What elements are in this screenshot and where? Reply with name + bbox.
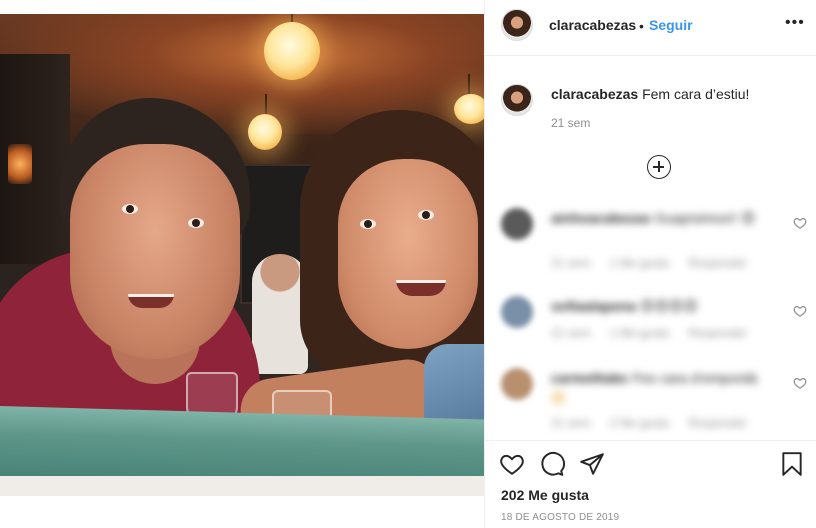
comment-item: carmelitabc Fes cara d’empordà 😍 21 sem … — [485, 368, 816, 438]
follow-button[interactable]: Seguir — [649, 17, 693, 33]
shelf-light — [8, 144, 32, 184]
comment-meta: 21 sem 1 Me gusta Responder — [551, 256, 763, 270]
comment-meta: 21 sem 2 Me gusta Responder — [551, 416, 763, 430]
comment-body: Fes cara d’empordà — [632, 370, 758, 386]
caption-text: Fem cara d’estiu! — [642, 86, 750, 102]
username-link[interactable]: claracabezas — [549, 17, 636, 33]
comment-body: Guapísimos!! 😍 — [654, 210, 756, 226]
comment-avatar[interactable] — [501, 208, 533, 240]
comment-text: carmelitabc Fes cara d’empordà — [551, 370, 757, 386]
comment-icon[interactable] — [539, 451, 565, 477]
post-date[interactable]: 18 DE AGOSTO DE 2019 — [501, 512, 619, 523]
comment-username[interactable]: carmelitabc — [551, 370, 629, 386]
comment-reply[interactable]: Responder — [688, 416, 747, 430]
plus-circle-icon[interactable] — [647, 155, 671, 179]
caption-username-link[interactable]: claracabezas — [551, 86, 638, 102]
comment-avatar[interactable] — [501, 368, 533, 400]
comment-likes[interactable]: 1 Me gusta — [610, 326, 669, 340]
comment-item: ainhoacabezas Guapísimos!! 😍 21 sem 1 Me… — [485, 208, 816, 278]
likes-count[interactable]: 202 Me gusta — [501, 487, 589, 503]
share-icon[interactable] — [579, 451, 605, 477]
comment-likes[interactable]: 2 Me gusta — [610, 416, 669, 430]
bookmark-icon[interactable] — [779, 451, 805, 477]
heart-icon[interactable] — [793, 216, 807, 230]
post-photo[interactable] — [0, 14, 484, 496]
pendant-lamp — [264, 22, 320, 80]
caption-timestamp[interactable]: 21 sem — [551, 116, 590, 130]
eye — [418, 210, 434, 220]
comment-body: 😍😍😍😍 — [639, 298, 699, 314]
comment-time[interactable]: 21 sem — [551, 326, 590, 340]
eye — [360, 219, 376, 229]
separator-dot: • — [639, 18, 644, 34]
counter-edge — [0, 476, 484, 496]
caption-avatar[interactable] — [501, 84, 533, 116]
comment-likes[interactable]: 1 Me gusta — [610, 256, 669, 270]
woman-face — [338, 159, 478, 349]
eye — [122, 204, 138, 214]
pendant-lamp — [454, 94, 484, 124]
comment-meta: 21 sem 1 Me gusta Responder — [551, 326, 763, 340]
comment-item: sofiaalapena 😍😍😍😍 21 sem 1 Me gusta Resp… — [485, 296, 816, 366]
post-details-panel: claracabezas • Seguir ••• claracabezas F… — [484, 0, 816, 528]
heart-icon[interactable] — [499, 451, 525, 477]
comment-text: sofiaalapena 😍😍😍😍 — [551, 298, 698, 315]
post-caption: claracabezas Fem cara d’estiu! — [551, 86, 749, 102]
pendant-lamp — [248, 114, 282, 150]
comment-reply[interactable]: Responder — [688, 326, 747, 340]
man-face — [70, 144, 240, 359]
lamp-cord — [468, 74, 470, 96]
heart-icon[interactable] — [793, 376, 807, 390]
lamp-cord — [265, 94, 267, 116]
comment-emoji: 😍 — [551, 390, 566, 406]
comment-username[interactable]: sofiaalapena — [551, 298, 636, 314]
comment-reply[interactable]: Responder — [688, 256, 747, 270]
post-header: claracabezas • Seguir ••• — [485, 0, 816, 56]
post-actions: 202 Me gusta 18 DE AGOSTO DE 2019 — [485, 440, 816, 528]
more-options-icon[interactable]: ••• — [785, 14, 805, 32]
eye — [188, 218, 204, 228]
comment-time[interactable]: 21 sem — [551, 256, 590, 270]
comment-text: ainhoacabezas Guapísimos!! 😍 — [551, 210, 755, 227]
comment-time[interactable]: 21 sem — [551, 416, 590, 430]
mouth — [128, 294, 174, 308]
comment-avatar[interactable] — [501, 296, 533, 328]
avatar[interactable] — [501, 9, 533, 41]
heart-icon[interactable] — [793, 304, 807, 318]
comment-username[interactable]: ainhoacabezas — [551, 210, 651, 226]
